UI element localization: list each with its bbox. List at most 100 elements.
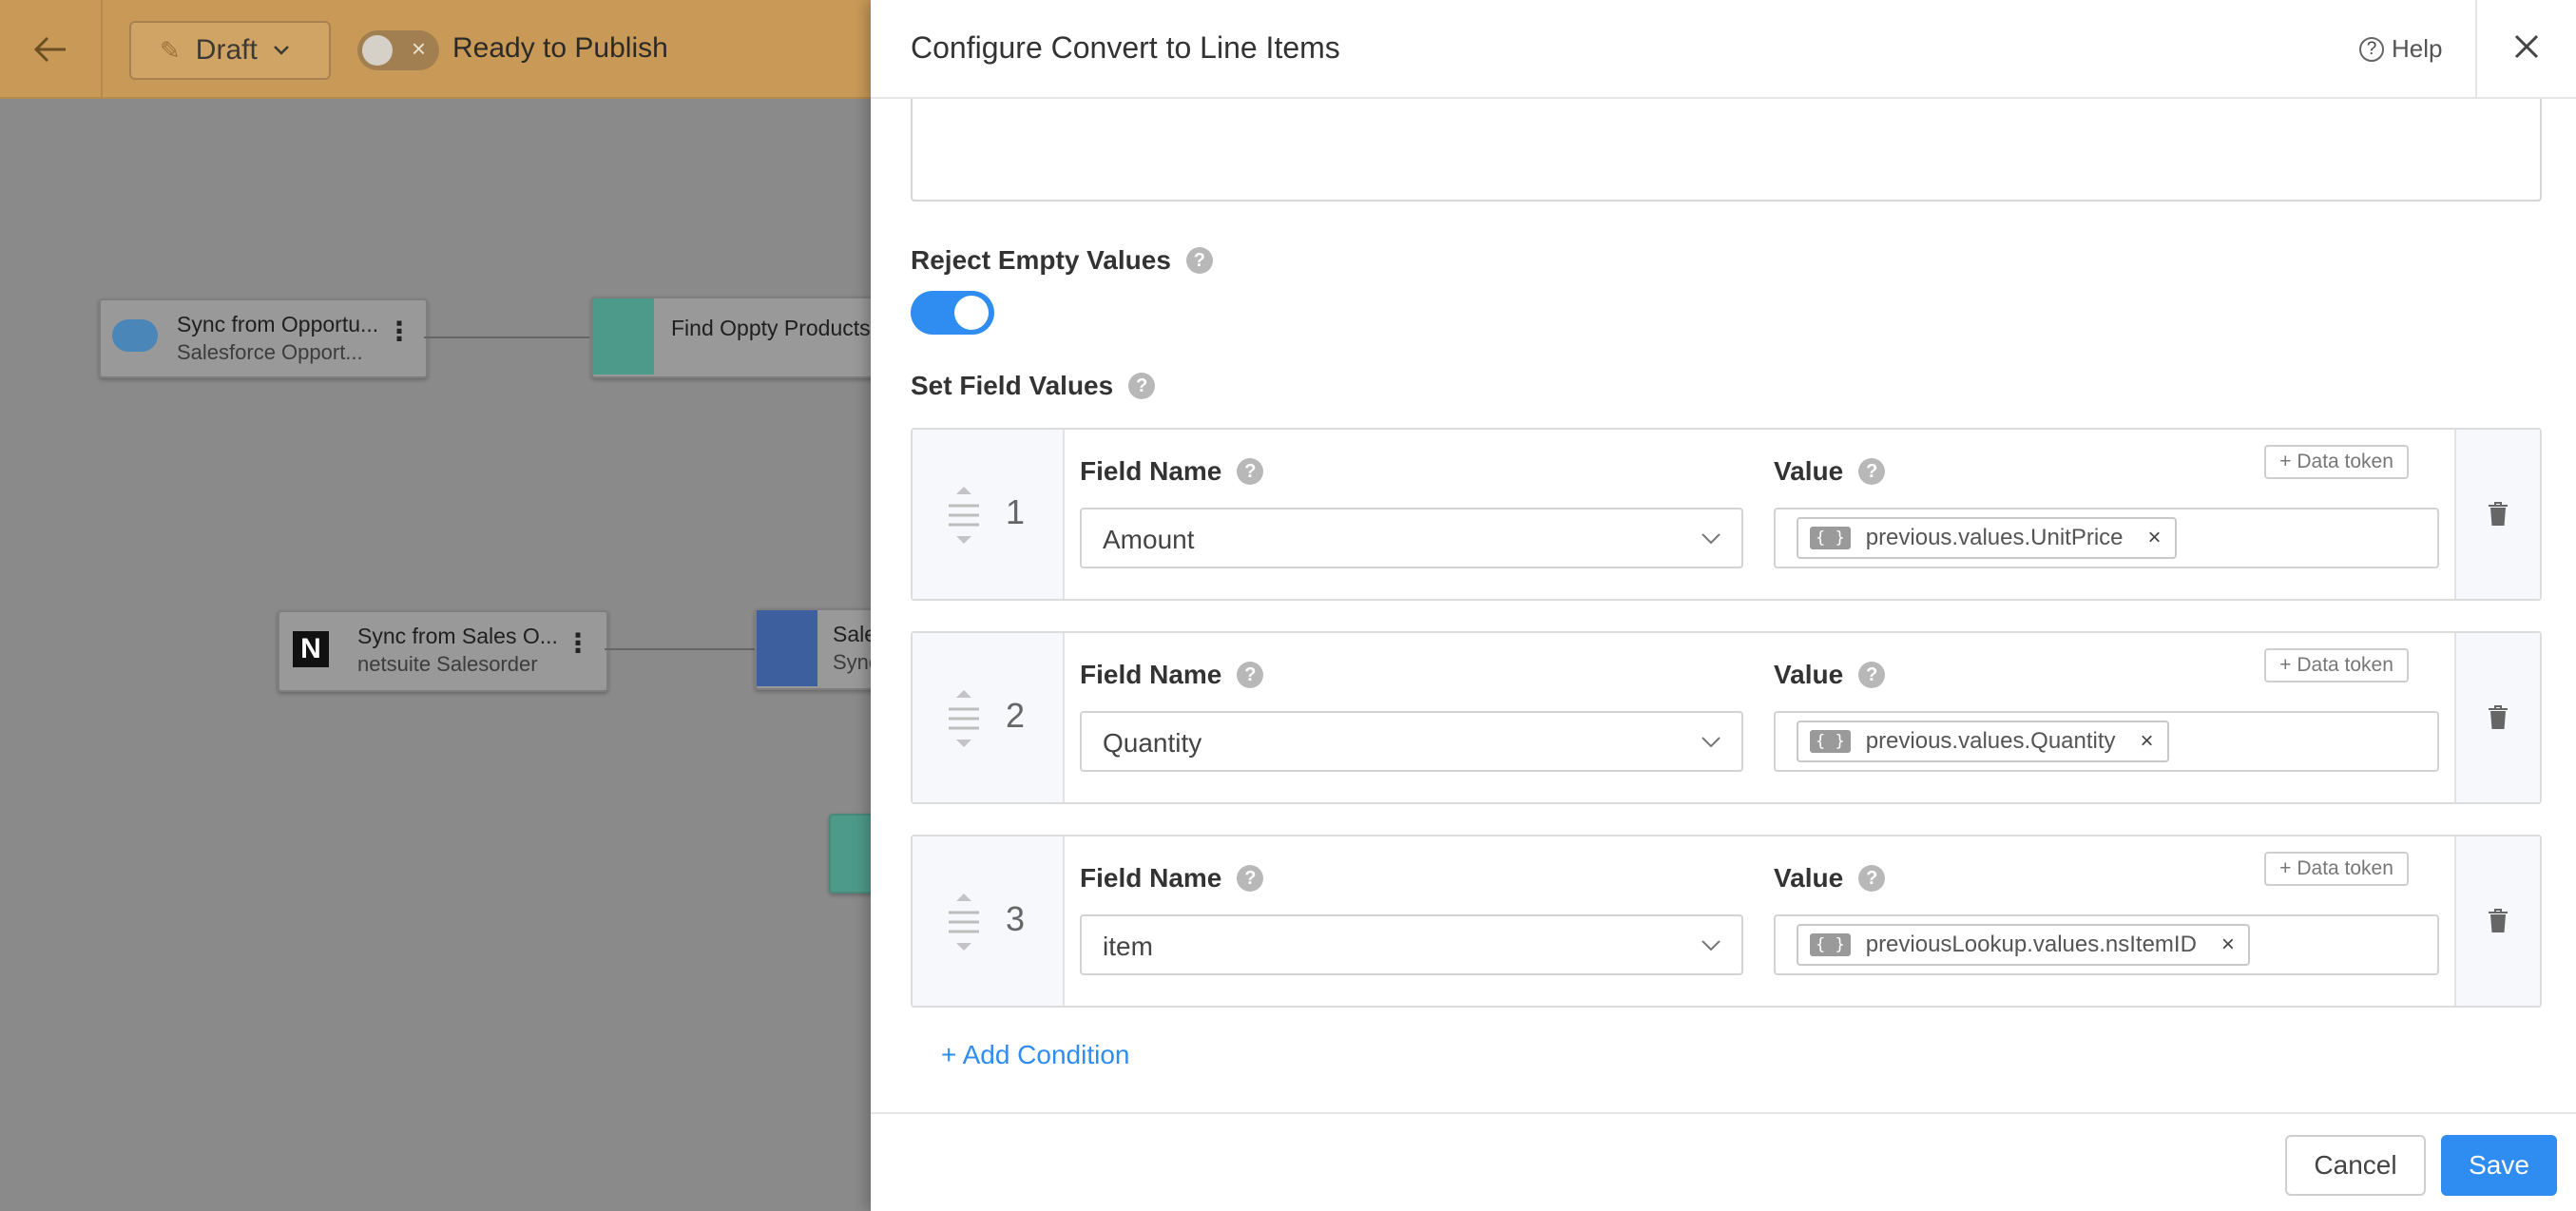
help-link[interactable]: ? Help (2359, 34, 2442, 64)
data-token-button[interactable]: + Data token (2264, 648, 2409, 682)
toggle-knob (362, 35, 393, 66)
field-name-text: Field Name (1080, 660, 1222, 689)
plus-icon: + (2279, 857, 2292, 879)
value-input[interactable]: { } previous.values.UnitPrice × (1774, 508, 2439, 568)
braces-icon: { } (1810, 527, 1851, 549)
ready-to-publish-label: Ready to Publish (452, 32, 668, 64)
delete-row-button[interactable] (2454, 430, 2540, 599)
field-name-text: Field Name (1080, 863, 1222, 893)
help-icon[interactable]: ? (1128, 373, 1156, 399)
value-text: Value (1774, 660, 1844, 689)
value-input[interactable]: { } previous.values.Quantity × (1774, 711, 2439, 772)
data-token-label: Data token (2297, 857, 2393, 879)
field-name-value: Quantity (1103, 728, 1202, 758)
divider (2475, 0, 2477, 99)
field-name-select[interactable]: item (1080, 914, 1743, 975)
remove-token-icon[interactable]: × (2221, 932, 2235, 958)
field-name-label: Field Name? (1080, 456, 1264, 487)
search-database-icon (593, 298, 654, 375)
data-token-button[interactable]: + Data token (2264, 852, 2409, 886)
set-field-values-text: Set Field Values (911, 371, 1114, 400)
field-name-select[interactable]: Quantity (1080, 711, 1743, 772)
panel-title: Configure Convert to Line Items (911, 30, 1340, 65)
save-button[interactable]: Save (2441, 1135, 2557, 1196)
help-icon[interactable]: ? (1858, 662, 1886, 688)
ready-to-publish-toggle[interactable]: × (357, 30, 439, 70)
node-title: Sync from Sales O... (357, 624, 558, 648)
field-name-label: Field Name? (1080, 660, 1264, 690)
draft-status-dropdown[interactable]: ✎ Draft (129, 21, 331, 80)
flow-node[interactable]: Find Oppty Products (591, 297, 890, 378)
field-name-text: Field Name (1080, 456, 1222, 486)
flow-edge (424, 336, 589, 338)
help-icon[interactable]: ? (1185, 247, 1213, 274)
data-token-button[interactable]: + Data token (2264, 445, 2409, 479)
node-title: Find Oppty Products (671, 316, 871, 340)
set-field-values-label: Set Field Values ? (911, 371, 1156, 401)
description-textarea[interactable] (911, 99, 2542, 202)
flow-node[interactable]: Sync from Opportu... Salesforce Opport..… (99, 298, 428, 378)
data-token-chip[interactable]: { } previous.values.UnitPrice × (1797, 517, 2177, 559)
node-title: Sync from Opportu... (177, 312, 379, 336)
drag-handle-icon[interactable] (947, 888, 981, 956)
plus-icon: + (2279, 451, 2292, 472)
value-text: Value (1774, 863, 1844, 893)
row-number: 3 (1006, 899, 1026, 938)
field-value-row: 3 Field Name? Value? + Data token item { … (911, 835, 2542, 1008)
flow-edge (605, 648, 755, 650)
cloud-sync-icon (757, 610, 817, 686)
back-button[interactable] (0, 0, 103, 99)
row-number: 1 (1006, 492, 1026, 531)
token-text: previous.values.Quantity (1865, 728, 2116, 754)
help-icon[interactable]: ? (1237, 662, 1264, 688)
remove-token-icon[interactable]: × (2148, 525, 2162, 551)
value-label: Value? (1774, 660, 1886, 690)
help-icon[interactable]: ? (1237, 865, 1264, 892)
flow-node[interactable]: N Sync from Sales O... netsuite Salesord… (278, 610, 608, 692)
field-name-value: item (1103, 932, 1153, 961)
data-token-chip[interactable]: { } previousLookup.values.nsItemID × (1797, 924, 2250, 966)
data-token-chip[interactable]: { } previous.values.Quantity × (1797, 721, 2169, 762)
panel-footer: Cancel Save (871, 1112, 2576, 1211)
trash-icon (2489, 502, 2508, 526)
question-circle-icon: ? (2359, 36, 2384, 62)
arrow-left-icon (33, 36, 66, 63)
help-icon[interactable]: ? (1237, 458, 1264, 485)
remove-token-icon[interactable]: × (2141, 728, 2154, 755)
field-name-select[interactable]: Amount (1080, 508, 1743, 568)
drag-handle-icon[interactable] (947, 481, 981, 549)
braces-icon: { } (1810, 933, 1851, 956)
delete-row-button[interactable] (2454, 633, 2540, 802)
braces-icon: { } (1810, 730, 1851, 753)
delete-row-button[interactable] (2454, 836, 2540, 1006)
help-icon[interactable]: ? (1858, 458, 1886, 485)
chevron-down-icon (1701, 737, 1721, 748)
drag-handle-icon[interactable] (947, 684, 981, 753)
chevron-down-icon (1701, 940, 1721, 952)
row-number: 2 (1006, 696, 1026, 735)
more-icon[interactable]: ⋮ (386, 316, 413, 347)
value-input[interactable]: { } previousLookup.values.nsItemID × (1774, 914, 2439, 975)
trash-icon (2489, 705, 2508, 729)
chevron-down-icon (1701, 533, 1721, 545)
more-icon[interactable]: ⋮ (565, 627, 591, 659)
token-text: previous.values.UnitPrice (1865, 525, 2124, 550)
close-button[interactable] (2513, 27, 2540, 69)
add-condition-link[interactable]: + Add Condition (941, 1040, 1130, 1070)
draft-label: Draft (195, 34, 258, 66)
value-text: Value (1774, 456, 1844, 486)
reject-empty-values-label: Reject Empty Values ? (911, 245, 1213, 276)
data-token-label: Data token (2297, 451, 2393, 472)
reject-empty-values-text: Reject Empty Values (911, 245, 1171, 275)
chevron-down-icon (273, 46, 289, 55)
field-value-row: 2 Field Name? Value? + Data token Quantit… (911, 631, 2542, 804)
drag-handle-column: 1 (913, 430, 1065, 599)
salesforce-icon (112, 319, 158, 352)
help-icon[interactable]: ? (1858, 865, 1886, 892)
node-subtitle: netsuite Salesorder (357, 652, 538, 676)
field-name-label: Field Name? (1080, 863, 1264, 894)
configure-panel: Configure Convert to Line Items ? Help R… (871, 0, 2576, 1211)
cancel-button[interactable]: Cancel (2285, 1135, 2426, 1196)
reject-empty-values-toggle[interactable] (911, 291, 994, 335)
plus-icon: + (2279, 654, 2292, 676)
